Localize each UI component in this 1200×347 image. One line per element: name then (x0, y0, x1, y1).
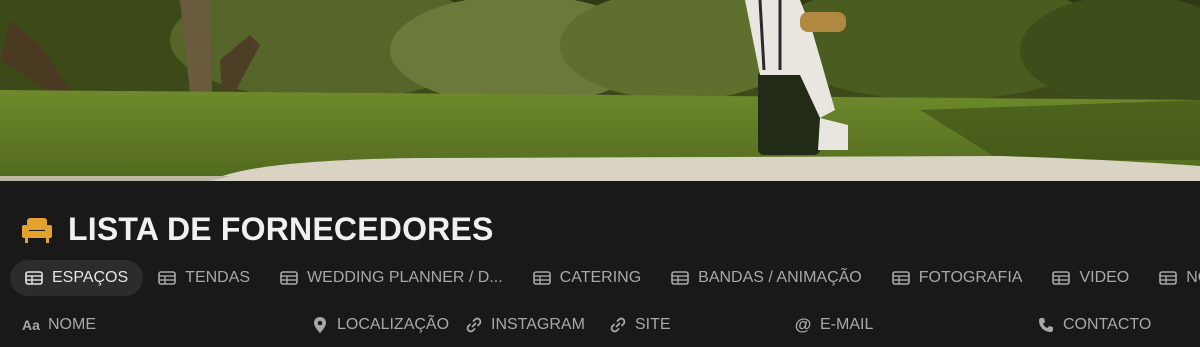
tab-bandas-animacao[interactable]: BANDAS / ANIMAÇÃO (656, 260, 877, 296)
table-icon (671, 271, 689, 285)
table-icon (532, 271, 551, 285)
column-header-contacto[interactable]: CONTACTO (1037, 316, 1151, 334)
page-title: LISTA DE FORNECEDORES (68, 211, 494, 247)
table-icon (1159, 271, 1178, 285)
tab-label: BANDAS / ANIMAÇÃO (698, 269, 862, 286)
column-header-email[interactable]: @ E-MAIL (794, 315, 874, 334)
cover-image (0, 0, 1200, 181)
tab-label: CATERING (559, 269, 642, 286)
column-header-site[interactable]: SITE (609, 316, 671, 334)
tab-catering[interactable]: CATERING (518, 260, 656, 296)
table-column-headers: Aa NOME LOCALIZAÇÃO INSTAGRAM SITE @ E-M… (0, 311, 1200, 341)
column-header-label: NOME (48, 316, 96, 333)
column-header-label: CONTACTO (1063, 316, 1152, 333)
location-pin-icon (311, 316, 329, 334)
tab-espacos[interactable]: ESPAÇOS (10, 260, 144, 296)
tab-label: WEDDING PLANNER / D... (307, 269, 503, 286)
column-header-instagram[interactable]: INSTAGRAM (465, 316, 585, 334)
column-header-label: SITE (635, 316, 671, 333)
table-icon (280, 271, 298, 285)
column-header-label: LOCALIZAÇÃO (337, 316, 450, 333)
link-icon (465, 316, 483, 334)
column-header-label: E-MAIL (820, 316, 874, 333)
table-icon (25, 271, 43, 285)
tab-label: NOIVA (1186, 269, 1200, 286)
tab-label: FOTOGRAFIA (918, 269, 1023, 286)
at-sign-icon: @ (794, 315, 812, 334)
armchair-icon (20, 213, 54, 247)
title-row: LISTA DE FORNECEDORES (20, 211, 494, 248)
tab-wedding-planner[interactable]: WEDDING PLANNER / D... (265, 260, 518, 296)
phone-icon (1037, 316, 1055, 334)
table-icon (891, 271, 910, 285)
view-tabs: ESPAÇOS TENDAS WEDDING PLANNER / D... CA… (10, 260, 1200, 296)
text-type-icon: Aa (22, 317, 40, 333)
tab-label: TENDAS (185, 269, 251, 286)
tab-tendas[interactable]: TENDAS (143, 260, 265, 296)
table-icon (1052, 271, 1071, 285)
link-icon (609, 316, 627, 334)
tab-fotografia[interactable]: FOTOGRAFIA (877, 260, 1038, 296)
table-icon (158, 271, 176, 285)
tab-noiva[interactable]: NOIVA (1144, 260, 1200, 296)
column-header-label: INSTAGRAM (491, 316, 585, 333)
tab-video[interactable]: VIDEO (1037, 260, 1144, 296)
database-header: LISTA DE FORNECEDORES ESPAÇOS TENDAS WED… (0, 181, 1200, 347)
tab-label: VIDEO (1079, 269, 1130, 286)
tab-label: ESPAÇOS (52, 269, 129, 286)
column-header-nome[interactable]: Aa NOME (22, 316, 96, 334)
column-header-localizacao[interactable]: LOCALIZAÇÃO (311, 316, 449, 334)
